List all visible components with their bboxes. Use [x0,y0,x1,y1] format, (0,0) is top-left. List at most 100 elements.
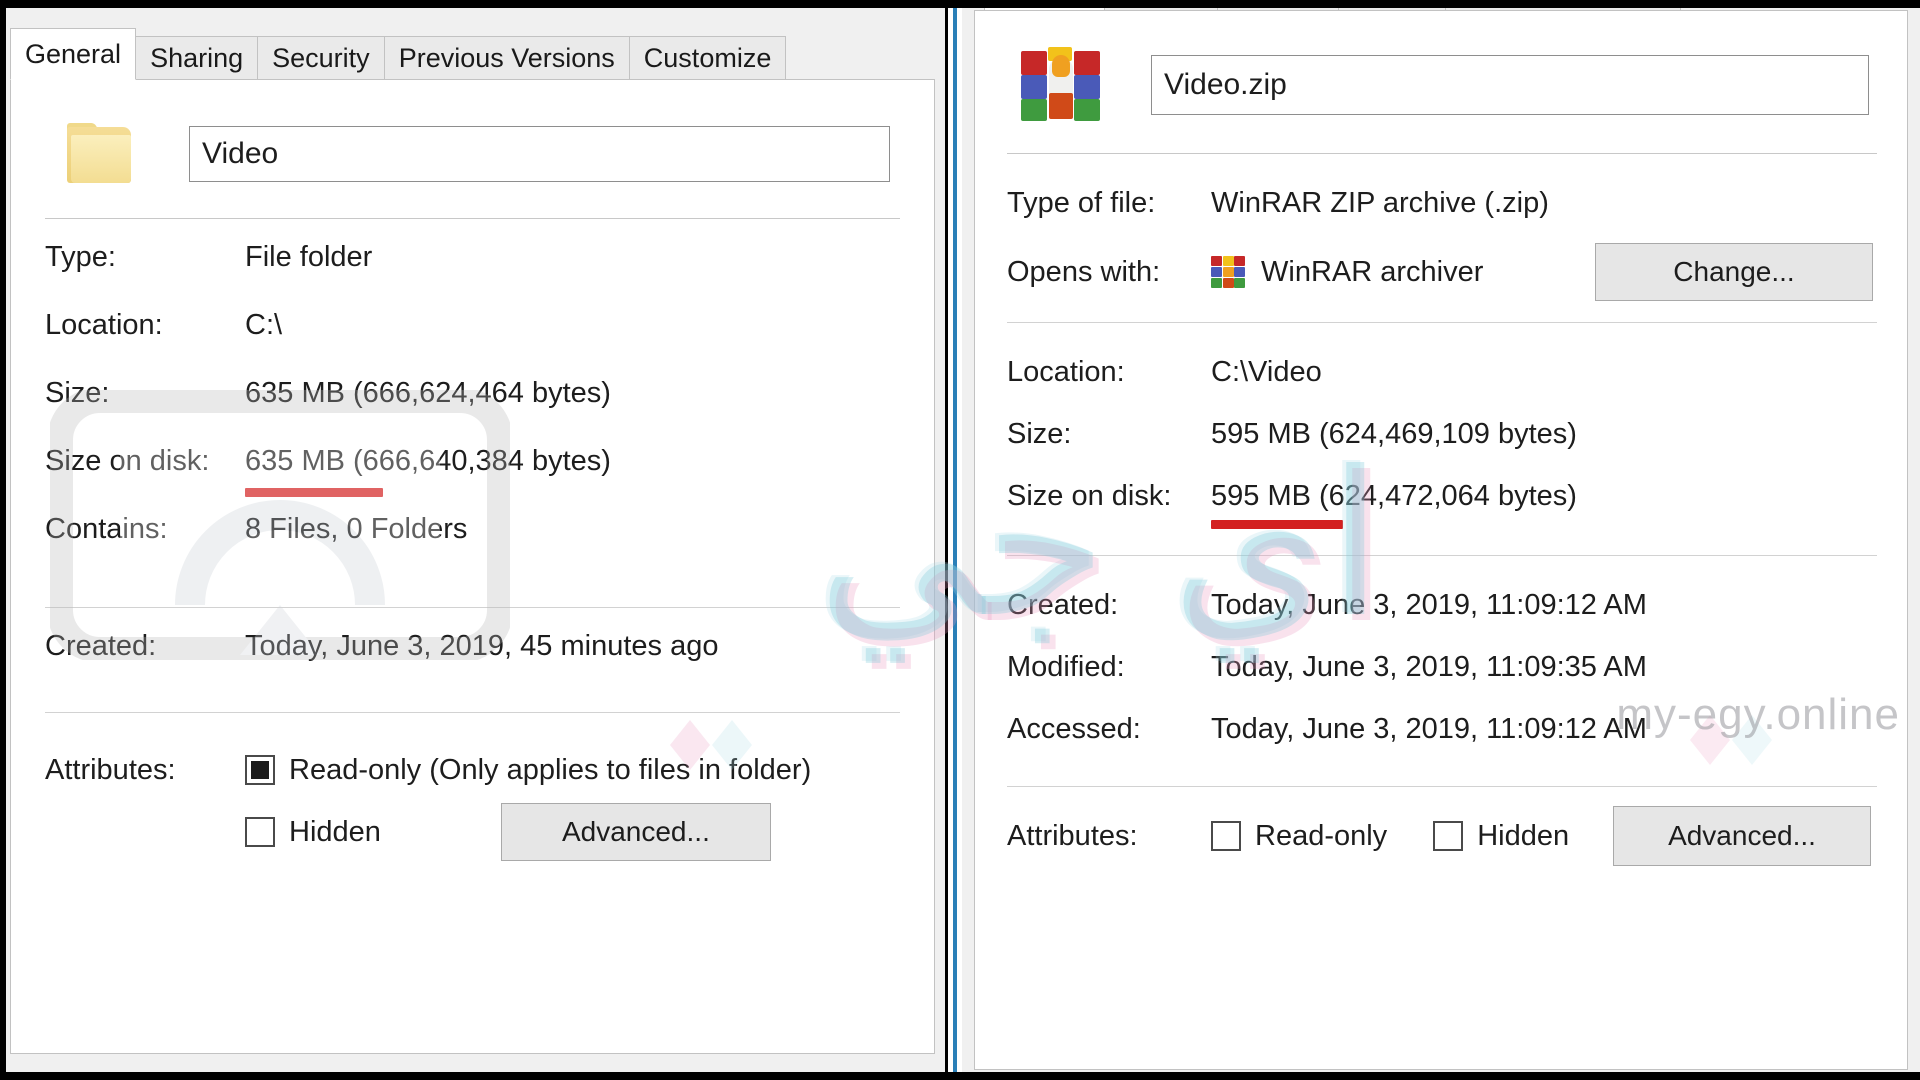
folder-attributes-section: Attributes: Read-only (Only applies to f… [45,713,900,863]
zip-properties-dialog: General Archive Security Details Previou… [962,0,1920,1080]
tab-sharing-label: Sharing [150,43,244,73]
row-type-of-file: Type of file: WinRAR ZIP archive (.zip) [1007,172,1877,234]
readonly-checkbox-label: Read-only (Only applies to files in fold… [289,753,812,786]
hidden-checkbox-right-label: Hidden [1477,819,1570,852]
screenshot-root: General Sharing Security Previous Versio… [0,0,1920,1080]
zip-attributes-section: Attributes: Read-only Hidden Advanced... [1007,787,1877,871]
zip-name-value: Video.zip [1164,68,1287,101]
left-tab-strip: General Sharing Security Previous Versio… [10,28,945,80]
left-letterbox [0,0,6,1080]
row-size-on-disk-right-value: 595 MB (624,472,064 bytes) [1211,479,1577,512]
row-location-label: Location: [45,309,163,341]
row-size-value: 635 MB (666,624,464 bytes) [245,377,611,409]
change-button-label: Change... [1673,256,1795,287]
folder-name-value: Video [202,137,279,170]
row-size-on-disk-label: Size on disk: [45,445,210,477]
row-location-value: C:\ [245,309,283,341]
row-created-value: Today, June 3, 2019, 45 minutes ago [245,630,719,662]
red-underline-annotation [1211,519,1343,529]
zip-info-rows: Location: C:\Video Size: 595 MB (624,469… [1007,323,1877,529]
row-type-value: File folder [245,241,373,273]
row-created-right-value: Today, June 3, 2019, 11:09:12 AM [1211,588,1647,621]
row-modified-label: Modified: [1007,650,1125,683]
advanced-button-right[interactable]: Advanced... [1613,806,1871,866]
row-opens-with-label: Opens with: [1007,255,1161,288]
row-contains: Contains: 8 Files, 0 Folders [45,513,900,581]
advanced-button-right-label: Advanced... [1668,820,1816,851]
row-opens-with: Opens with: WinRAR archiver Change... [1007,234,1877,310]
row-created: Created: Today, June 3, 2019, 45 minutes… [45,630,900,698]
row-type-label: Type: [45,241,116,273]
folder-name-input[interactable]: Video [189,126,890,182]
row-type-of-file-value: WinRAR ZIP archive (.zip) [1211,186,1549,219]
row-created-label: Created: [45,630,157,662]
row-size: Size: 635 MB (666,624,464 bytes) [45,377,900,445]
tab-previous-versions-label: Previous Versions [398,43,615,73]
row-accessed-label: Accessed: [1007,712,1141,745]
row-size-label: Size: [45,377,110,409]
folder-info-rows: Type: File folder Location: C:\ Size: 63… [45,219,900,581]
tab-customize[interactable]: Customize [628,36,787,80]
row-size-right-label: Size: [1007,417,1072,450]
hidden-checkbox-right[interactable] [1433,821,1464,851]
row-modified-value: Today, June 3, 2019, 11:09:35 AM [1211,650,1647,683]
attributes-right-label: Attributes: [1007,819,1138,852]
row-opens-with-value: WinRAR archiver [1261,255,1484,288]
row-size-on-disk-value: 635 MB (666,640,384 bytes) [245,445,611,477]
zip-header-row: Video.zip [1007,33,1877,137]
top-letterbox [0,0,1920,8]
row-contains-value: 8 Files, 0 Folders [245,513,468,545]
row-accessed: Accessed: Today, June 3, 2019, 11:09:12 … [1007,698,1877,760]
row-created-right: Created: Today, June 3, 2019, 11:09:12 A… [1007,574,1877,636]
left-tab-page: Video Type: File folder Location: C:\ Si… [10,79,935,1054]
attributes-hidden-row: Hidden Advanced... [45,801,900,863]
row-size-on-disk-right: Size on disk: 595 MB (624,472,064 bytes) [1007,465,1877,529]
advanced-button[interactable]: Advanced... [500,803,771,861]
row-size-right-value: 595 MB (624,469,109 bytes) [1211,417,1577,450]
folder-icon [65,123,137,185]
row-size-on-disk-value-wrap: 635 MB (666,640,384 bytes) [245,445,611,497]
attributes-readonly-row: Attributes: Read-only (Only applies to f… [45,739,900,801]
zip-name-input[interactable]: Video.zip [1151,55,1869,115]
readonly-checkbox-right[interactable] [1211,821,1241,851]
winrar-archive-icon [1021,47,1101,123]
row-location: Location: C:\ [45,309,900,377]
row-size-on-disk-right-label: Size on disk: [1007,479,1172,512]
tab-security[interactable]: Security [257,36,385,80]
row-size-on-disk: Size on disk: 635 MB (666,640,384 bytes) [45,445,900,513]
attributes-row-right: Attributes: Read-only Hidden Advanced... [1007,801,1877,871]
row-type-of-file-label: Type of file: [1007,186,1156,219]
attributes-label: Attributes: [45,753,176,786]
tab-general[interactable]: General [10,28,137,80]
row-type: Type: File folder [45,241,900,309]
readonly-checkbox-right-label: Read-only [1255,819,1388,852]
row-size-on-disk-right-value-wrap: 595 MB (624,472,064 bytes) [1211,479,1577,529]
row-modified: Modified: Today, June 3, 2019, 11:09:35 … [1007,636,1877,698]
red-underline-annotation [245,488,383,497]
row-location-right-label: Location: [1007,355,1125,388]
tab-sharing[interactable]: Sharing [135,36,259,80]
hidden-checkbox-label: Hidden [289,815,381,848]
panel-divider [948,0,962,1080]
tab-customize-label: Customize [643,43,772,73]
folder-created-section: Created: Today, June 3, 2019, 45 minutes… [45,608,900,698]
row-created-right-label: Created: [1007,588,1119,621]
change-button[interactable]: Change... [1595,243,1873,301]
winrar-mini-icon [1211,256,1245,288]
readonly-checkbox[interactable] [245,755,275,785]
row-accessed-value: Today, June 3, 2019, 11:09:12 AM [1211,712,1647,745]
advanced-button-label: Advanced... [561,816,710,847]
tab-previous-versions[interactable]: Previous Versions [383,36,630,80]
folder-properties-dialog: General Sharing Security Previous Versio… [0,8,945,1072]
zip-dates-section: Created: Today, June 3, 2019, 11:09:12 A… [1007,556,1877,760]
row-location-right-value: C:\Video [1211,355,1322,388]
folder-header-row: Video [45,106,900,202]
tab-general-label: General [25,38,122,69]
hidden-checkbox[interactable] [245,817,275,847]
row-size-right: Size: 595 MB (624,469,109 bytes) [1007,403,1877,465]
zip-type-section: Type of file: WinRAR ZIP archive (.zip) … [1007,154,1877,310]
tab-security-label: Security [272,43,370,73]
row-location-right: Location: C:\Video [1007,341,1877,403]
bottom-letterbox [0,1072,1920,1080]
row-contains-label: Contains: [45,513,168,545]
